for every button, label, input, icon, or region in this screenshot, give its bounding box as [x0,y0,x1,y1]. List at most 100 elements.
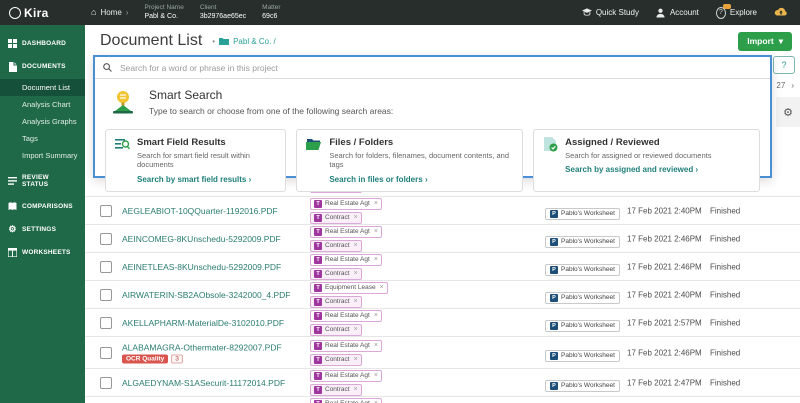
tag-chip[interactable]: TEquipment Lease× [310,282,388,294]
search-by-smart-field-link[interactable]: Search by smart field results › [137,175,276,184]
sidebar-item-document-list[interactable]: Document List [0,79,85,96]
breadcrumb[interactable]: • Pabl & Co. / [212,37,276,46]
settings-gear-icon: ⚙ [8,225,17,234]
sidebar-item-import-summary[interactable]: Import Summary [0,147,85,164]
sidebar-item-review-status[interactable]: REVIEW STATUS [0,167,85,195]
remove-tag-icon[interactable]: × [374,372,378,379]
sidebar-item-worksheets[interactable]: WORKSHEETS [0,241,85,264]
tag-chip[interactable]: TReal Estate Agt× [310,340,382,352]
worksheet-chip[interactable]: PPablo's Worksheet [545,380,620,392]
home-icon: ⌂ [91,8,96,17]
worksheet-chip[interactable]: PPablo's Worksheet [545,208,620,220]
home-link[interactable]: ⌂ Home › [91,8,128,17]
remove-tag-icon[interactable]: × [354,298,358,305]
kira-logo-icon [9,7,21,19]
worksheet-chip[interactable]: PPablo's Worksheet [545,292,620,304]
tag-chip[interactable]: TReal Estate Agt× [310,370,382,382]
row-checkbox[interactable] [100,347,112,359]
remove-tag-icon[interactable]: × [354,386,358,393]
document-name-link[interactable]: AKELLAPHARM-MaterialDe-3102010.PDF [122,318,284,328]
document-name-link[interactable]: ALABAMAGRA-Othermater-8292007.PDF [122,342,282,352]
row-checkbox[interactable] [100,317,112,329]
cloud-upload-button[interactable] [774,7,788,19]
remove-tag-icon[interactable]: × [374,312,378,319]
assigned-reviewed-card[interactable]: Assigned / Reviewed Search for assigned … [533,129,760,192]
explore-button[interactable]: ? Explore [716,8,757,18]
remove-tag-icon[interactable]: × [354,214,358,221]
tag-chip[interactable]: TReal Estate Agt× [310,226,382,238]
remove-tag-icon[interactable]: × [374,342,378,349]
smart-field-results-card[interactable]: Smart Field Results Search for smart fie… [105,129,286,192]
tag-chip[interactable]: TContract× [310,296,362,308]
project-search-input[interactable] [118,62,762,74]
remove-tag-icon[interactable]: × [374,256,378,263]
remove-tag-icon[interactable]: × [354,326,358,333]
sidebar-item-comparisons[interactable]: COMPARISONS [0,195,85,218]
tags-cell: TEquipment Lease× TContract× [310,282,388,308]
remove-tag-icon[interactable]: × [354,270,358,277]
tag-chip[interactable]: TReal Estate Agt× [310,310,382,322]
sidebar-item-tags[interactable]: Tags [0,130,85,147]
remove-tag-icon[interactable]: × [380,284,384,291]
sidebar-item-analysis-graphs[interactable]: Analysis Graphs [0,113,85,130]
tag-chip[interactable]: TReal Estate Agt× [310,398,382,403]
worksheet-label: Pablo's Worksheet [561,322,615,329]
worksheet-chip[interactable]: PPablo's Worksheet [545,350,620,362]
worksheet-chip[interactable]: PPablo's Worksheet [545,264,620,276]
tag-chip[interactable]: TContract× [310,384,362,396]
sidebar-item-documents[interactable]: DOCUMENTS [0,55,85,78]
worksheet-label: Pablo's Worksheet [561,294,615,301]
client-value: 3b2976ae65ec [200,12,246,21]
table-settings-button[interactable]: ⚙ [776,97,800,127]
remove-tag-icon[interactable]: × [354,356,358,363]
tag-chip[interactable]: TReal Estate Agt× [310,198,382,210]
sidebar-item-analysis-chart[interactable]: Analysis Chart [0,96,85,113]
help-button[interactable]: ? [773,56,795,74]
tag-chip[interactable]: TContract× [310,354,362,366]
chevron-right-icon: › [695,165,698,174]
tag-chip[interactable]: TContract× [310,212,362,224]
ocr-quality-count: 3 [171,354,183,363]
quick-study-button[interactable]: Quick Study [582,8,639,18]
remove-tag-icon[interactable]: × [374,200,378,207]
import-button[interactable]: Import ▾ [738,32,792,51]
smart-search-overlay: Smart Search Type to search or choose fr… [93,55,772,178]
tag-chip[interactable]: TContract× [310,240,362,252]
search-by-assigned-link[interactable]: Search by assigned and reviewed › [565,165,711,174]
row-checkbox[interactable] [100,377,112,389]
remove-tag-icon[interactable]: × [354,242,358,249]
document-name-link[interactable]: AEGLEABIOT-10QQuarter-1192016.PDF [122,206,278,216]
page-number[interactable]: 27 [776,81,785,90]
sidebar-item-dashboard[interactable]: DASHBOARD [0,32,85,55]
account-label: Account [670,8,699,17]
row-checkbox[interactable] [100,233,112,245]
table-row: AKELLAPHARM-MaterialDe-3102010.PDF TReal … [85,309,800,337]
remove-tag-icon[interactable]: × [374,228,378,235]
tag-icon: T [314,284,322,292]
table-row: AEINCOMEG-8KUnschedu-5292009.PDFTReal Es… [85,225,800,253]
document-name-link[interactable]: AEINCOMEG-8KUnschedu-5292009.PDF [122,234,281,244]
tag-chip[interactable]: TContract× [310,268,362,280]
worksheet-chip[interactable]: PPablo's Worksheet [545,236,620,248]
tag-chip[interactable]: TReal Estate Agt× [310,254,382,266]
account-button[interactable]: Account [656,8,699,18]
worksheet-cell: PPablo's Worksheet [545,374,620,392]
next-page-icon[interactable]: › [791,81,794,90]
document-name-link[interactable]: AIRWATERIN-SB2AObsole-3242000_4.PDF [122,290,291,300]
tag-icon: T [314,270,322,278]
files-folders-card[interactable]: Files / Folders Search for folders, file… [296,129,523,192]
kira-app-window: Kira ⌂ Home › Project Name Pabl & Co. Cl… [0,0,800,403]
document-name-link[interactable]: ALGAEDYNAM-S1ASecurit-11172014.PDF [122,378,285,388]
tag-chip[interactable]: TContract× [310,324,362,336]
row-checkbox[interactable] [100,205,112,217]
document-name-link[interactable]: AEINETLEAS-8KUnschedu-5292009.PDF [122,262,281,272]
sidebar-label: SETTINGS [22,226,56,233]
sidebar-item-settings[interactable]: ⚙ SETTINGS [0,218,85,241]
row-checkbox[interactable] [100,289,112,301]
status-label: Finished [710,262,740,271]
search-in-files-link[interactable]: Search in files or folders › [329,175,513,184]
row-checkbox[interactable] [100,261,112,273]
tag-label: Real Estate Agt [325,228,370,235]
kira-logo[interactable]: Kira [0,6,91,20]
worksheet-chip[interactable]: PPablo's Worksheet [545,320,620,332]
